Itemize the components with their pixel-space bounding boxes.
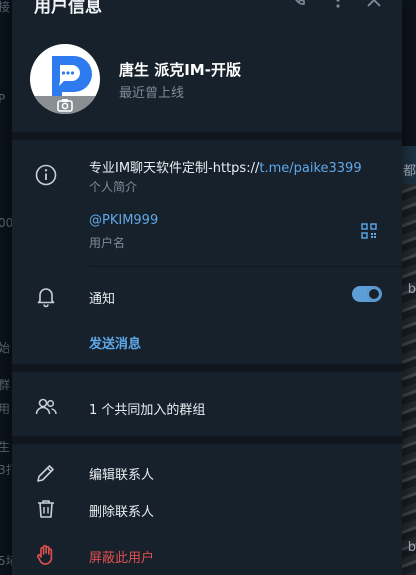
username-value[interactable]: @PKIM999 [89, 213, 158, 228]
username-label: 用户名 [89, 236, 126, 250]
camera-icon[interactable] [57, 98, 73, 112]
bg-fragment: b [407, 540, 416, 555]
info-icon [35, 164, 57, 186]
section-divider [12, 132, 402, 140]
background-chat-view: 都 b b [402, 0, 416, 575]
bg-fragment: b [407, 282, 416, 297]
bio-text: 专业IM聊天软件定制-https://t.me/paike3399 [89, 157, 362, 176]
close-icon[interactable] [364, 0, 384, 10]
background-chat-list: 接 P 00 始 群 用 生 3打 5堵 [0, 0, 18, 575]
pencil-icon [37, 465, 54, 482]
panel-title: 用户信息 [34, 0, 102, 17]
block-user-button[interactable]: 屏蔽此用户 [89, 547, 154, 566]
phone-icon[interactable] [288, 0, 308, 10]
notifications-toggle[interactable] [352, 286, 382, 302]
group-icon [35, 398, 57, 415]
panel-header: 用户信息 [12, 0, 402, 20]
notifications-label: 通知 [89, 292, 116, 307]
bio-link[interactable]: t.me/paike3399 [259, 161, 361, 176]
qr-code-icon[interactable] [361, 223, 377, 239]
common-groups-item[interactable]: 1 个共同加入的群组 [89, 399, 205, 418]
bg-fragment: 都 [402, 164, 416, 179]
row-divider [89, 266, 402, 267]
toggle-knob [367, 287, 381, 301]
section-divider [12, 364, 402, 372]
bio-label: 个人简介 [89, 180, 138, 194]
bg-fragment: 群 [0, 378, 11, 392]
bg-fragment: 生 [0, 440, 11, 454]
avatar[interactable] [30, 44, 100, 114]
more-icon[interactable] [328, 0, 348, 10]
send-message-button[interactable]: 发送消息 [89, 333, 141, 352]
screen: 接 P 00 始 群 用 生 3打 5堵 都 b b 用户信息 [0, 0, 416, 575]
trash-icon [38, 500, 54, 518]
bg-fragment: 接 [0, 0, 11, 14]
section-divider [12, 436, 402, 444]
bell-icon [37, 288, 55, 308]
delete-contact-button[interactable]: 删除联系人 [89, 501, 154, 520]
bg-fragment: 始 [0, 341, 11, 355]
bio-prefix: 专业IM聊天软件定制-https:// [89, 161, 260, 176]
bg-fragment: P [0, 92, 6, 106]
last-seen-status: 最近曾上线 [119, 86, 185, 101]
edit-contact-button[interactable]: 编辑联系人 [89, 464, 154, 483]
bg-photo [402, 184, 416, 575]
user-name: 唐生 派克IM-开版 [119, 61, 241, 79]
profile-section: 唐生 派克IM-开版 最近曾上线 [12, 36, 402, 132]
hand-icon [37, 544, 53, 565]
bg-fragment: 用 [0, 402, 11, 416]
user-info-panel: 用户信息 唐生 派克IM-开版 最近曾上线 专业IM聊天软件定制-https:/… [12, 0, 402, 575]
